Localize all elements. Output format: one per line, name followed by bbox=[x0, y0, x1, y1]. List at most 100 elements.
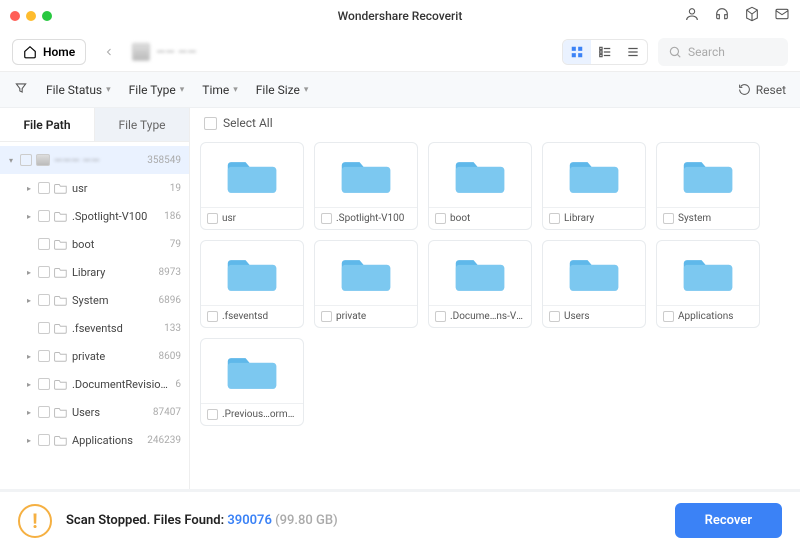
tree-checkbox[interactable] bbox=[20, 154, 32, 166]
folder-icon bbox=[429, 143, 531, 207]
breadcrumb-disk[interactable]: —— —— bbox=[132, 43, 196, 61]
tree-item-label: .fseventsd bbox=[72, 322, 164, 335]
select-all-row[interactable]: Select All bbox=[190, 108, 800, 138]
select-all-checkbox[interactable] bbox=[204, 117, 217, 130]
tree-item[interactable]: ▸.DocumentRevision…6 bbox=[0, 370, 189, 398]
tree-checkbox[interactable] bbox=[38, 350, 50, 362]
folder-checkbox[interactable] bbox=[435, 311, 446, 322]
view-grid-button[interactable] bbox=[563, 40, 591, 64]
tree-item-count: 6896 bbox=[159, 295, 181, 306]
reset-filters-button[interactable]: Reset bbox=[738, 83, 786, 97]
folder-checkbox[interactable] bbox=[435, 213, 446, 224]
tree-checkbox[interactable] bbox=[38, 294, 50, 306]
folder-icon bbox=[201, 339, 303, 403]
package-icon[interactable] bbox=[744, 6, 760, 26]
tree-item[interactable]: ▸Library8973 bbox=[0, 258, 189, 286]
folder-card[interactable]: Library bbox=[542, 142, 646, 230]
folder-checkbox[interactable] bbox=[549, 311, 560, 322]
tab-file-path[interactable]: File Path bbox=[0, 108, 95, 141]
folder-card[interactable]: .fseventsd bbox=[200, 240, 304, 328]
filter-size[interactable]: File Size▾ bbox=[256, 83, 309, 97]
folder-card[interactable]: .Previous…ormation bbox=[200, 338, 304, 426]
tree-root[interactable]: ▾——— ——358549 bbox=[0, 146, 189, 174]
folder-card[interactable]: System bbox=[656, 142, 760, 230]
content-pane: Select All usr.Spotlight-V100bootLibrary… bbox=[190, 108, 800, 489]
tree-item[interactable]: .fseventsd133 bbox=[0, 314, 189, 342]
tree-item[interactable]: ▸System6896 bbox=[0, 286, 189, 314]
filter-status[interactable]: File Status▾ bbox=[46, 83, 111, 97]
tree-item[interactable]: ▸.Spotlight-V100186 bbox=[0, 202, 189, 230]
folder-checkbox[interactable] bbox=[207, 409, 218, 420]
filter-bar: File Status▾ File Type▾ Time▾ File Size▾… bbox=[0, 72, 800, 108]
folder-checkbox[interactable] bbox=[321, 311, 332, 322]
minimize-window-button[interactable] bbox=[26, 11, 36, 21]
folder-card[interactable]: .Docume…ns-V100 bbox=[428, 240, 532, 328]
support-icon[interactable] bbox=[714, 6, 730, 26]
folder-card[interactable]: usr bbox=[200, 142, 304, 230]
chevron-left-icon bbox=[103, 46, 115, 58]
tree-checkbox[interactable] bbox=[38, 406, 50, 418]
tree-checkbox[interactable] bbox=[38, 434, 50, 446]
folder-icon bbox=[54, 210, 68, 222]
filter-type[interactable]: File Type▾ bbox=[129, 83, 185, 97]
folder-checkbox[interactable] bbox=[663, 311, 674, 322]
search-input[interactable] bbox=[688, 45, 778, 59]
folder-card[interactable]: Applications bbox=[656, 240, 760, 328]
recover-button[interactable]: Recover bbox=[675, 503, 782, 538]
folder-card[interactable]: Users bbox=[542, 240, 646, 328]
folder-card[interactable]: .Spotlight-V100 bbox=[314, 142, 418, 230]
status-warning-icon: ! bbox=[18, 504, 52, 538]
chevron-down-icon: ▾ bbox=[233, 85, 238, 95]
folder-icon bbox=[54, 406, 68, 418]
folder-icon bbox=[543, 241, 645, 305]
tree-item-label: Users bbox=[72, 406, 153, 419]
sidebar-tabs: File Path File Type bbox=[0, 108, 189, 142]
folder-checkbox[interactable] bbox=[663, 213, 674, 224]
folder-checkbox[interactable] bbox=[207, 213, 218, 224]
folder-checkbox[interactable] bbox=[321, 213, 332, 224]
tree-item-label: System bbox=[72, 294, 159, 307]
tree-checkbox[interactable] bbox=[38, 210, 50, 222]
maximize-window-button[interactable] bbox=[42, 11, 52, 21]
file-tree: ▾——— ——358549▸usr19▸.Spotlight-V100186bo… bbox=[0, 142, 189, 489]
folder-grid: usr.Spotlight-V100bootLibrarySystem .fsev… bbox=[190, 138, 800, 489]
tree-checkbox[interactable] bbox=[38, 322, 50, 334]
filter-time[interactable]: Time▾ bbox=[202, 83, 238, 97]
tree-item[interactable]: ▸Applications246239 bbox=[0, 426, 189, 454]
nav-bar: Home —— —— bbox=[0, 32, 800, 72]
tab-file-type[interactable]: File Type bbox=[95, 108, 189, 141]
folder-icon bbox=[315, 241, 417, 305]
tree-item[interactable]: ▸private8609 bbox=[0, 342, 189, 370]
tree-checkbox[interactable] bbox=[38, 182, 50, 194]
tree-item[interactable]: ▸Users87407 bbox=[0, 398, 189, 426]
tree-item-count: 79 bbox=[170, 239, 181, 250]
home-button[interactable]: Home bbox=[12, 39, 86, 65]
tree-checkbox[interactable] bbox=[38, 378, 50, 390]
mail-icon[interactable] bbox=[774, 6, 790, 26]
account-icon[interactable] bbox=[684, 6, 700, 26]
tree-checkbox[interactable] bbox=[38, 266, 50, 278]
close-window-button[interactable] bbox=[10, 11, 20, 21]
tree-item-count: 133 bbox=[164, 323, 181, 334]
folder-icon bbox=[543, 143, 645, 207]
tree-item-label: .DocumentRevision… bbox=[72, 378, 175, 391]
nav-back-button[interactable] bbox=[96, 39, 122, 65]
folder-icon bbox=[657, 143, 759, 207]
folder-checkbox[interactable] bbox=[549, 213, 560, 224]
tree-item[interactable]: ▸usr19 bbox=[0, 174, 189, 202]
tree-item-count: 186 bbox=[164, 211, 181, 222]
folder-card[interactable]: private bbox=[314, 240, 418, 328]
view-list-button[interactable] bbox=[619, 40, 647, 64]
tree-item[interactable]: boot79 bbox=[0, 230, 189, 258]
main-area: File Path File Type ▾——— ——358549▸usr19▸… bbox=[0, 108, 800, 489]
folder-checkbox[interactable] bbox=[207, 311, 218, 322]
folder-name: .fseventsd bbox=[222, 311, 268, 322]
folder-icon bbox=[201, 143, 303, 207]
search-field[interactable] bbox=[658, 38, 788, 66]
tree-checkbox[interactable] bbox=[38, 238, 50, 250]
filter-icon[interactable] bbox=[14, 81, 28, 98]
folder-card[interactable]: boot bbox=[428, 142, 532, 230]
app-title: Wondershare Recoverit bbox=[0, 9, 800, 23]
home-label: Home bbox=[43, 45, 75, 59]
view-detail-button[interactable] bbox=[591, 40, 619, 64]
